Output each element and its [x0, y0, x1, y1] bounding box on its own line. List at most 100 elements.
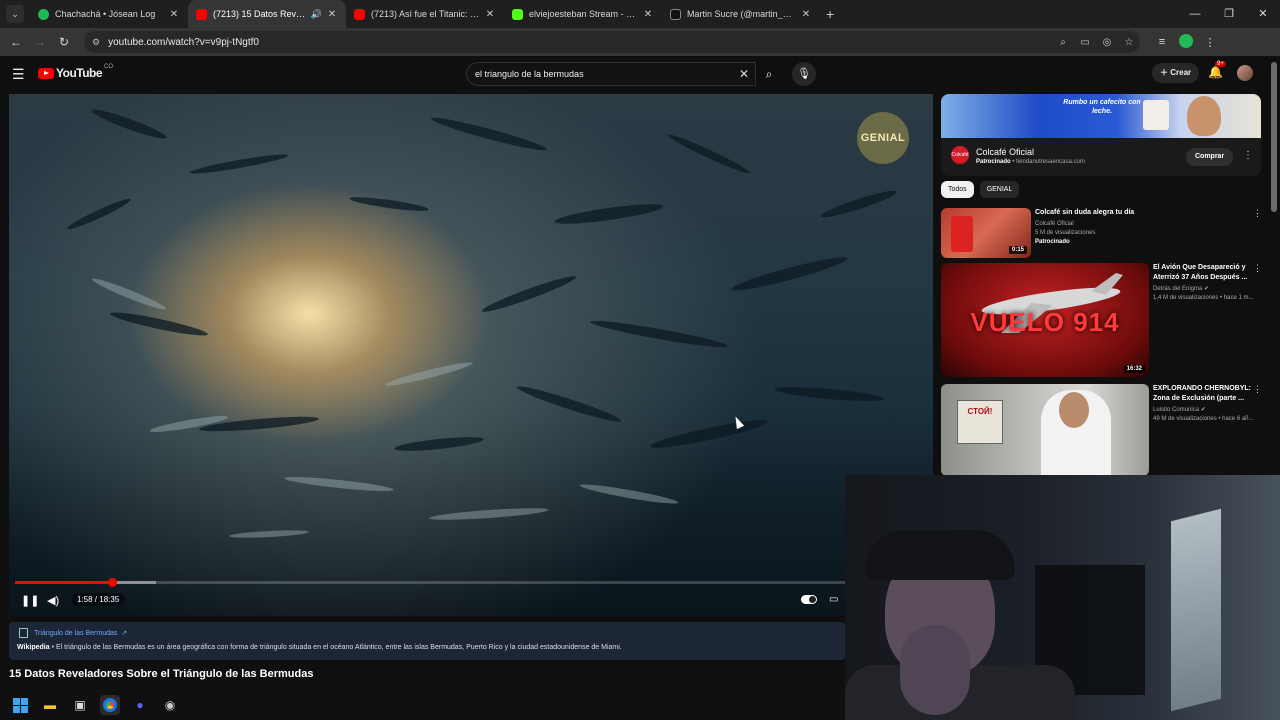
view-stats: 5 M de visualizaciones — [1035, 230, 1096, 236]
media-control-icon[interactable]: ≡ — [1150, 36, 1174, 48]
obs-icon[interactable]: ◉ — [160, 695, 180, 715]
recommendation-item[interactable]: 0:15 Colcafé sin duda alegra tu día Colc… — [941, 208, 1262, 260]
speaker-icon[interactable]: 🔊 — [311, 9, 322, 20]
capture-tool-icon[interactable]: ▣ — [70, 695, 90, 715]
more-options-icon[interactable]: ⋮ — [1253, 208, 1262, 219]
eye-off-icon[interactable]: ◎ — [1096, 37, 1118, 48]
youtube-play-icon — [38, 67, 54, 79]
kick-favicon-icon — [512, 8, 523, 20]
country-code: CO — [104, 64, 114, 70]
create-button[interactable]: ＋ Crear — [1152, 63, 1200, 83]
ad-slogan: Rumbo un cafecito con leche. — [1063, 99, 1141, 115]
page-scrollbar[interactable] — [1271, 62, 1277, 212]
close-tab-icon[interactable]: ✕ — [800, 9, 812, 20]
warning-sign: СТОЙ! — [957, 400, 1003, 444]
video-thumbnail[interactable]: СТОЙ! — [941, 384, 1149, 476]
more-options-icon[interactable]: ⋮ — [1243, 150, 1253, 161]
chrome-icon[interactable] — [100, 695, 120, 715]
channel-name[interactable]: Luisito Comunica ✔ — [1153, 406, 1251, 415]
file-explorer-icon[interactable]: ▬ — [40, 695, 60, 715]
close-tab-icon[interactable]: ✕ — [326, 9, 338, 20]
new-tab-icon[interactable]: + — [826, 6, 834, 22]
notifications-button[interactable]: 🔔 9+ — [1208, 61, 1226, 79]
search-query: el triangulo de la bermudas — [475, 69, 584, 79]
more-options-icon[interactable]: ⋮ — [1253, 384, 1262, 395]
discord-icon[interactable]: ● — [130, 695, 150, 715]
face-image — [1059, 392, 1089, 428]
verified-icon: ✔ — [1200, 407, 1206, 413]
progress-bar[interactable] — [15, 578, 927, 587]
time-display: 1:58 / 18:35 — [71, 593, 126, 606]
reload-icon[interactable]: ↻ — [52, 35, 76, 49]
recommendation-item[interactable]: VUELO 914 16:32 El Avión Que Desapareció… — [941, 263, 1262, 379]
video-thumbnail[interactable]: VUELO 914 16:32 — [941, 263, 1149, 377]
browser-tab-3[interactable]: elviejoesteban Stream - Watch ✕ — [504, 0, 662, 28]
subtitles-icon[interactable]: ▭ — [829, 594, 838, 605]
buy-button[interactable]: Comprar — [1186, 148, 1234, 166]
wikipedia-link[interactable]: Triángulo de las Bermudas ↗ — [17, 628, 837, 638]
volume-icon[interactable]: ◀) — [47, 594, 59, 607]
browser-tab-1[interactable]: (7213) 15 Datos Reveladores 🔊 ✕ — [188, 0, 346, 28]
browser-tab-4[interactable]: Martin Sucre (@martin_sucre3) ✕ — [662, 0, 820, 28]
scrubber-handle[interactable] — [107, 578, 117, 587]
restore-icon[interactable]: ❐ — [1212, 0, 1246, 28]
menu-icon[interactable]: ☰ — [12, 66, 25, 83]
youtube-header: ☰ YouTube CO el triangulo de la bermudas… — [0, 56, 1280, 92]
ad-banner[interactable]: Rumbo un cafecito con leche. — [941, 94, 1261, 138]
ad-channel-name[interactable]: Colcafé Oficial — [976, 147, 1034, 157]
sponsored-ad-card[interactable]: Rumbo un cafecito con leche. Colcafé Col… — [941, 94, 1261, 176]
browser-tab-0[interactable]: Chachachá • Jósean Log ✕ — [30, 0, 188, 28]
tab-title: Martin Sucre (@martin_sucre3) — [687, 9, 796, 19]
minimize-icon[interactable]: — — [1178, 0, 1212, 28]
window-controls: — ❐ ✕ — [1178, 0, 1280, 28]
start-button[interactable] — [10, 695, 30, 715]
channel-name[interactable]: Detrás del Enigma ✔ — [1153, 285, 1251, 294]
search-input[interactable]: el triangulo de la bermudas ✕ — [466, 62, 756, 86]
video-title[interactable]: El Avión Que Desapareció y Aterrizó 37 A… — [1153, 263, 1251, 283]
video-title[interactable]: EXPLORANDO CHERNOBYL: Zona de Exclusión … — [1153, 384, 1251, 404]
close-tab-icon[interactable]: ✕ — [168, 9, 180, 20]
info-source: Wikipedia — [17, 644, 50, 651]
info-link-label: Triángulo de las Bermudas — [34, 629, 118, 637]
clear-search-icon[interactable]: ✕ — [733, 67, 755, 81]
water-ripples — [67, 109, 898, 538]
sponsored-label: Patrocinado — [1035, 239, 1070, 245]
video-thumbnail[interactable]: 0:15 — [941, 208, 1031, 258]
ad-logo[interactable]: Colcafé — [951, 146, 969, 164]
chip-genial[interactable]: GENIAL — [979, 181, 1020, 198]
bookmark-star-icon[interactable]: ☆ — [1118, 37, 1140, 48]
search-button[interactable]: ⌕ — [756, 62, 782, 86]
windows-logo-icon — [12, 697, 28, 713]
recommendation-item[interactable]: СТОЙ! EXPLORANDO CHERNOBYL: Zona de Excl… — [941, 384, 1262, 476]
address-bar[interactable]: ⚙ youtube.com/watch?v=v9pj-tNgtf0 ⌕ ▭ ◎ … — [84, 31, 1140, 53]
back-icon[interactable]: ← — [4, 35, 28, 49]
tiktok-favicon-icon — [670, 8, 681, 20]
channel-name[interactable]: Colcafé Oficial — [1035, 220, 1235, 229]
avatar[interactable] — [1237, 65, 1253, 81]
profile-icon[interactable] — [1174, 33, 1198, 51]
zoom-icon[interactable]: ⌕ — [1052, 37, 1074, 48]
voice-search-button[interactable]: 🎙 — [792, 62, 816, 86]
chip-all[interactable]: Todos — [941, 181, 974, 198]
close-tab-icon[interactable]: ✕ — [484, 9, 496, 20]
site-info-icon[interactable]: ⚙ — [92, 37, 100, 48]
forward-icon[interactable]: → — [28, 35, 52, 49]
cast-icon[interactable]: ▭ — [1074, 37, 1096, 48]
pause-icon[interactable]: ❚❚ — [21, 594, 39, 607]
video-player[interactable]: GENIAL ❚❚ ◀) 1:58 / 18:35 ▭ — [9, 94, 933, 616]
video-title[interactable]: Colcafé sin duda alegra tu día — [1035, 208, 1235, 218]
browser-tab-2[interactable]: (7213) Así fue el Titanic: La Verd ✕ — [346, 0, 504, 28]
tab-search-icon[interactable]: ⌄ — [6, 5, 24, 23]
autoplay-toggle[interactable] — [801, 595, 817, 604]
video-duration: 0:15 — [1008, 246, 1027, 254]
video-meta: El Avión Que Desapareció y Aterrizó 37 A… — [1153, 263, 1253, 303]
close-window-icon[interactable]: ✕ — [1246, 0, 1280, 28]
browser-menu-icon[interactable]: ⋮ — [1198, 36, 1222, 49]
video-duration: 16:32 — [1123, 365, 1145, 373]
channel-watermark[interactable]: GENIAL — [857, 112, 909, 164]
windows-taskbar: ▬ ▣ ● ◉ — [0, 690, 845, 720]
more-options-icon[interactable]: ⋮ — [1253, 263, 1262, 274]
youtube-logo[interactable]: YouTube CO — [38, 64, 114, 80]
close-tab-icon[interactable]: ✕ — [642, 9, 654, 20]
youtube-favicon-icon — [196, 8, 207, 20]
